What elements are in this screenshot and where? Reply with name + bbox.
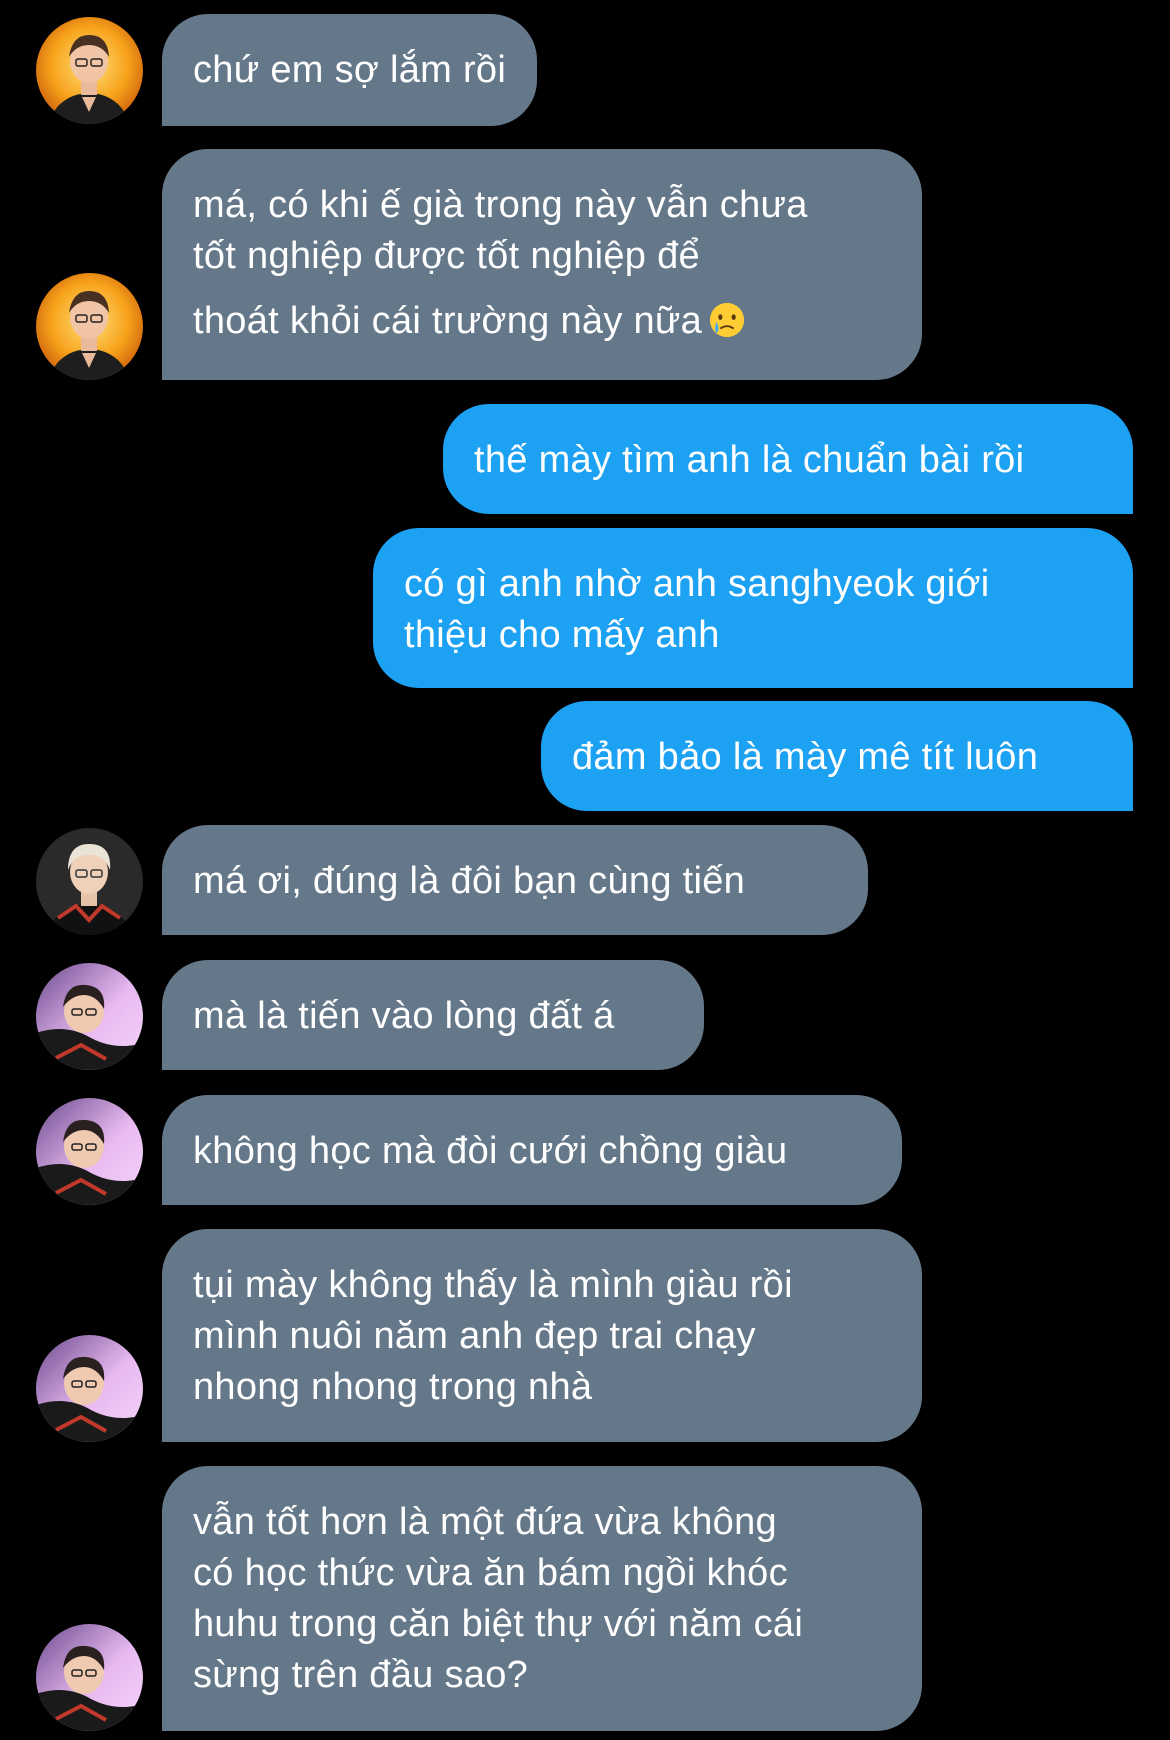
message-row: mà là tiến vào lòng đất á	[0, 960, 1170, 1070]
avatar-player-b[interactable]	[36, 828, 143, 935]
message-bubble-incoming[interactable]: chứ em sợ lắm rồi	[162, 14, 538, 126]
message-bubble-incoming[interactable]: vẫn tốt hơn là một đứa vừa không có học …	[162, 1466, 922, 1731]
message-text: đảm bảo là mày mê tít luôn	[572, 736, 1039, 778]
message-bubble-incoming[interactable]: má, có khi ế già trong này vẫn chưa tốt …	[162, 149, 922, 380]
message-row: đảm bảo là mày mê tít luôn	[0, 701, 1170, 811]
message-row: má ơi, đúng là đôi bạn cùng tiến	[0, 825, 1170, 935]
avatar-player-c[interactable]	[36, 1335, 143, 1442]
message-row: chứ em sợ lắm rồi	[0, 14, 1170, 126]
message-bubble-outgoing[interactable]: đảm bảo là mày mê tít luôn	[541, 701, 1133, 811]
message-row: thế mày tìm anh là chuẩn bài rồi	[0, 404, 1170, 514]
avatar-player-c[interactable]	[36, 1624, 143, 1731]
message-text: chứ em sợ lắm rồi	[193, 49, 507, 91]
message-bubble-incoming[interactable]: không học mà đòi cưới chồng giàu	[162, 1095, 902, 1205]
message-bubble-outgoing[interactable]: có gì anh nhờ anh sanghyeok giới thiệu c…	[373, 528, 1133, 688]
message-row: vẫn tốt hơn là một đứa vừa không có học …	[0, 1466, 1170, 1731]
chat-thread: chứ em sợ lắm rồi má, có khi ế già trong…	[0, 0, 1170, 1740]
message-row: có gì anh nhờ anh sanghyeok giới thiệu c…	[0, 528, 1170, 688]
avatar-player-a[interactable]	[36, 273, 143, 380]
message-text: mình nuôi năm anh đẹp trai chạy	[193, 1315, 756, 1357]
message-text: không học mà đòi cưới chồng giàu	[193, 1130, 788, 1172]
message-row: má, có khi ế già trong này vẫn chưa tốt …	[0, 149, 1170, 380]
message-text: thế mày tìm anh là chuẩn bài rồi	[474, 439, 1025, 481]
message-text: huhu trong căn biệt thự với năm cái	[193, 1603, 804, 1645]
message-text: thoát khỏi cái trường này nữa	[193, 300, 703, 342]
avatar-player-c[interactable]	[36, 963, 143, 1070]
message-bubble-incoming[interactable]: má ơi, đúng là đôi bạn cùng tiến	[162, 825, 868, 935]
message-text: vẫn tốt hơn là một đứa vừa không	[193, 1501, 777, 1543]
message-text: có học thức vừa ăn bám ngồi khóc	[193, 1552, 788, 1594]
message-text: nhong nhong trong nhà	[193, 1366, 593, 1408]
crying-face-emoji	[710, 302, 745, 338]
message-bubble-outgoing[interactable]: thế mày tìm anh là chuẩn bài rồi	[443, 404, 1133, 514]
message-row: không học mà đòi cưới chồng giàu	[0, 1095, 1170, 1205]
message-text: sừng trên đầu sao?	[193, 1654, 529, 1696]
message-bubble-incoming[interactable]: tụi mày không thấy là mình giàu rồi mình…	[162, 1229, 922, 1442]
message-text: má ơi, đúng là đôi bạn cùng tiến	[193, 860, 746, 902]
message-bubble-incoming[interactable]: mà là tiến vào lòng đất á	[162, 960, 704, 1070]
message-text: có gì anh nhờ anh sanghyeok giới	[404, 563, 990, 605]
message-row: tụi mày không thấy là mình giàu rồi mình…	[0, 1229, 1170, 1442]
message-text: má, có khi ế già trong này vẫn chưa	[193, 184, 808, 226]
message-text: mà là tiến vào lòng đất á	[193, 995, 615, 1037]
message-text: tụi mày không thấy là mình giàu rồi	[193, 1264, 793, 1306]
avatar-player-a[interactable]	[36, 17, 143, 124]
avatar-player-c[interactable]	[36, 1098, 143, 1205]
message-text: tốt nghiệp được tốt nghiệp để	[193, 235, 700, 277]
message-text: thiệu cho mấy anh	[404, 614, 720, 656]
